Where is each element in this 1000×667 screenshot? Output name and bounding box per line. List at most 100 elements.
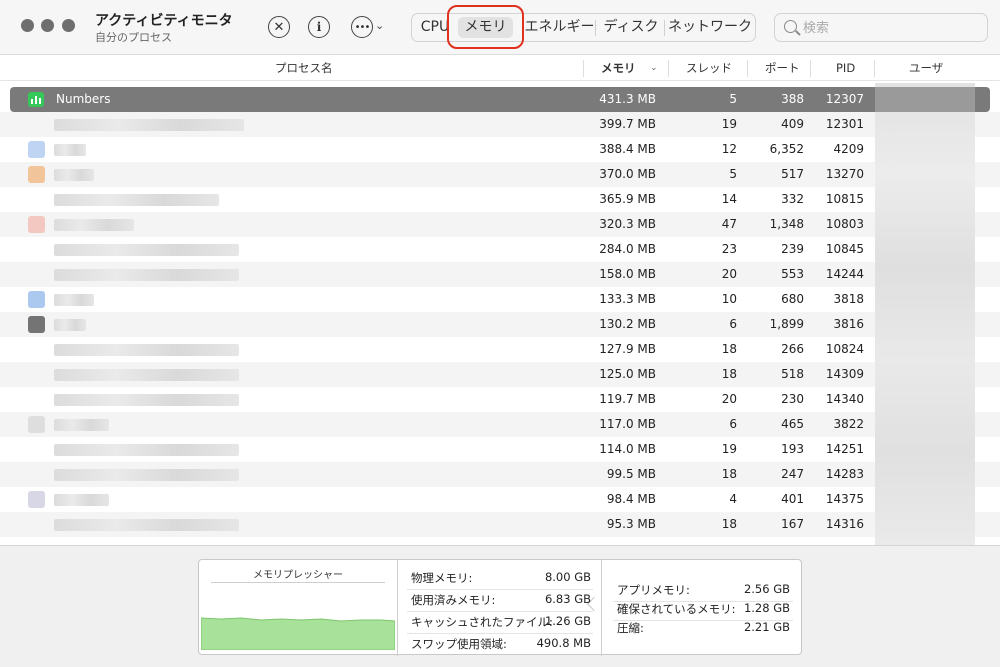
table-row[interactable]: 114.0 MB 19 193 14251 (0, 437, 1000, 462)
more-actions-button[interactable]: ••• (351, 16, 373, 38)
pid-value: 3816 (833, 317, 864, 331)
stat-rule (407, 611, 593, 612)
window-subtitle[interactable]: 自分のプロセス (95, 29, 172, 45)
column-header-pid[interactable]: PID (836, 56, 855, 81)
pid-value: 14251 (825, 442, 864, 456)
memory-value: 284.0 MB (599, 242, 656, 256)
memory-value: 117.0 MB (599, 417, 656, 431)
redacted-process-name (54, 244, 239, 256)
table-row[interactable]: 95.3 MB 18 167 14316 (0, 512, 1000, 537)
threads-value: 20 (721, 267, 737, 281)
pid-value: 3818 (833, 292, 864, 306)
stop-process-button[interactable]: ✕ (268, 16, 290, 38)
stat-label-swap-used: スワップ使用領域: (411, 637, 507, 651)
memory-value: 158.0 MB (599, 267, 656, 281)
table-row[interactable]: 98.4 MB 4 401 14375 (0, 487, 1000, 512)
memory-summary-area: メモリプレッシャー 物理メモリ: 8.00 GB 使用済みメモリ: 6.83 G… (0, 545, 1000, 667)
inspect-process-button[interactable]: i (308, 16, 330, 38)
table-row[interactable]: 284.0 MB 23 239 10845 (0, 237, 1000, 262)
redacted-process-name (54, 119, 244, 131)
minimize-window-button[interactable] (41, 19, 54, 32)
table-row[interactable]: 130.2 MB 6 1,899 3816 (0, 312, 1000, 337)
memory-value: 130.2 MB (599, 317, 656, 331)
threads-value: 18 (721, 517, 737, 531)
table-row[interactable]: 119.7 MB 20 230 14340 (0, 387, 1000, 412)
table-row[interactable]: 388.4 MB 12 6,352 4209 (0, 137, 1000, 162)
memory-value: 95.3 MB (606, 517, 656, 531)
table-row[interactable]: 127.9 MB 18 266 10824 (0, 337, 1000, 362)
memory-value: 114.0 MB (599, 442, 656, 456)
memory-value: 320.3 MB (599, 217, 656, 231)
table-row[interactable]: 133.3 MB 10 680 3818 (0, 287, 1000, 312)
table-row-selected[interactable]: Numbers 431.3 MB 5 388 12307 (0, 87, 1000, 112)
search-input[interactable] (801, 18, 981, 38)
threads-value: 5 (729, 92, 737, 106)
column-header-user[interactable]: ユーザ (909, 56, 943, 81)
chevron-down-icon[interactable]: ⌄ (375, 19, 384, 32)
threads-value: 23 (721, 242, 737, 256)
table-row[interactable]: 99.5 MB 18 247 14283 (0, 462, 1000, 487)
redacted-process-name (54, 394, 239, 406)
column-separator (583, 60, 584, 77)
panel-divider (397, 560, 398, 656)
column-header-ports[interactable]: ポート (765, 56, 800, 81)
threads-value: 18 (721, 342, 737, 356)
numbers-app-icon (28, 92, 44, 107)
pid-value: 4209 (833, 142, 864, 156)
threads-value: 19 (721, 442, 737, 456)
pid-value: 12301 (825, 117, 864, 131)
info-icon: i (316, 20, 322, 34)
table-row[interactable]: 158.0 MB 20 553 14244 (0, 262, 1000, 287)
stat-label-compressed: 圧縮: (617, 621, 644, 635)
redacted-process-name (54, 369, 239, 381)
memory-value: 388.4 MB (599, 142, 656, 156)
column-header-memory[interactable]: メモリ (601, 56, 636, 81)
table-row[interactable]: 399.7 MB 19 409 12301 (0, 112, 1000, 137)
zoom-window-button[interactable] (62, 19, 75, 32)
ports-value: 193 (781, 442, 804, 456)
stat-rule (407, 589, 593, 590)
memory-value: 365.9 MB (599, 192, 656, 206)
table-row[interactable]: 320.3 MB 47 1,348 10803 (0, 212, 1000, 237)
redacted-process-name (54, 194, 219, 206)
x-circle-icon: ✕ (273, 19, 285, 35)
threads-value: 6 (729, 317, 737, 331)
threads-value: 18 (721, 367, 737, 381)
redacted-process-name (54, 169, 94, 181)
tab-disk[interactable]: ディスク (599, 14, 663, 41)
tab-network[interactable]: ネットワーク (667, 14, 753, 41)
threads-value: 5 (729, 167, 737, 181)
redacted-app-icon (28, 216, 45, 233)
stat-value-cached-files: 1.26 GB (544, 614, 591, 628)
stat-value-physical-memory: 8.00 GB (544, 570, 591, 584)
memory-value: 127.9 MB (599, 342, 656, 356)
column-header-threads[interactable]: スレッド (686, 56, 732, 81)
tab-energy[interactable]: エネルギー (522, 14, 597, 41)
pid-value: 10845 (825, 242, 864, 256)
table-row[interactable]: 365.9 MB 14 332 10815 (0, 187, 1000, 212)
table-row[interactable]: 117.0 MB 6 465 3822 (0, 412, 1000, 437)
process-name: Numbers (56, 92, 111, 106)
redacted-app-icon (28, 291, 45, 308)
memory-value: 125.0 MB (599, 367, 656, 381)
memory-pressure-title: メモリプレッシャー (253, 570, 343, 581)
redacted-process-name (54, 344, 239, 356)
stat-value-swap-used: 490.8 MB (536, 636, 591, 650)
stat-value-wired-memory: 1.28 GB (743, 601, 790, 615)
pid-value: 3822 (833, 417, 864, 431)
table-row[interactable]: 125.0 MB 18 518 14309 (0, 362, 1000, 387)
redacted-app-icon (28, 141, 45, 158)
ports-value: 553 (781, 267, 804, 281)
table-row[interactable]: 370.0 MB 5 517 13270 (0, 162, 1000, 187)
close-window-button[interactable] (21, 19, 34, 32)
threads-value: 19 (721, 117, 737, 131)
stat-value-app-memory: 2.56 GB (743, 582, 790, 596)
tab-cpu[interactable]: CPU (418, 14, 452, 41)
column-header-process-name[interactable]: プロセス名 (275, 56, 333, 81)
pid-value: 10815 (825, 192, 864, 206)
memory-pressure-graph (201, 617, 395, 650)
memory-pressure-divider (211, 582, 385, 583)
stat-label-physical-memory: 物理メモリ: (411, 571, 473, 585)
search-field[interactable] (774, 13, 988, 42)
tab-memory[interactable]: メモリ (458, 17, 513, 38)
